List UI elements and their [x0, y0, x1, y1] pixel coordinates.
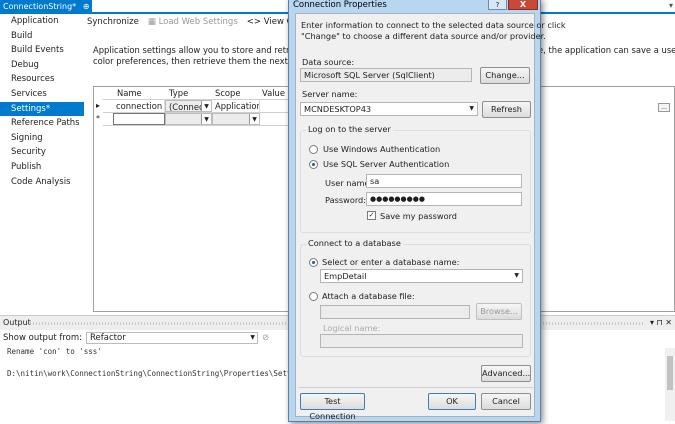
setting-value-cell[interactable] — [260, 100, 290, 112]
nav-item-resources[interactable]: Resources — [0, 72, 84, 87]
sql-auth-radio[interactable] — [309, 160, 318, 169]
database-name-value: EmpDetail — [324, 271, 367, 281]
nav-item-application[interactable]: Application — [0, 14, 84, 29]
test-connection-button[interactable]: Test Connection — [300, 393, 365, 421]
load-web-settings-button[interactable]: ▦ Load Web Settings — [148, 17, 238, 27]
pin-icon[interactable]: ⊕ — [83, 2, 90, 11]
setting-scope-cell[interactable]: Application — [212, 100, 260, 112]
help-button[interactable]: ? — [488, 0, 507, 10]
settings-description: Application settings allow you to store … — [93, 45, 296, 67]
logon-group-label: Log on to the server — [306, 124, 393, 134]
sql-auth-label[interactable]: Use SQL Server Authentication — [323, 159, 449, 169]
username-field[interactable]: sa — [366, 174, 522, 188]
chevron-down-icon[interactable]: ▼ — [201, 114, 211, 124]
save-password-label[interactable]: Save my password — [380, 211, 457, 221]
web-icon: ▦ — [147, 17, 159, 27]
password-field[interactable]: ●●●●●●●●● — [366, 192, 522, 206]
output-pane-title: Output — [3, 318, 31, 327]
advanced-button[interactable]: Advanced... — [481, 365, 531, 382]
password-label: Password: — [325, 195, 367, 205]
logical-name-label: Logical name: — [323, 323, 381, 333]
database-name-combo[interactable]: EmpDetail ▼ — [320, 269, 523, 283]
document-tab-title: ConnectionString* — [3, 2, 77, 11]
change-button[interactable]: Change... — [480, 67, 530, 84]
description-right-fragment: e, the application can save a user's — [538, 45, 675, 55]
server-name-value: MCNDESKTOP43 — [304, 104, 372, 114]
load-web-settings-label: Load Web Settings — [158, 17, 238, 27]
cancel-button[interactable]: Cancel — [481, 393, 531, 410]
output-pane-window-controls[interactable]: ▾ ⊓ ✕ — [650, 316, 672, 330]
description-line-2: color preferences, then retrieve them th… — [93, 56, 296, 66]
dialog-title: Connection Properties — [293, 0, 387, 10]
column-header-scope[interactable]: Scope — [215, 88, 241, 98]
show-output-from-label: Show output from: — [3, 333, 83, 343]
nav-item-services[interactable]: Services — [0, 87, 84, 102]
dialog-close-button[interactable]: X — [508, 0, 538, 10]
server-name-combo[interactable]: MCNDESKTOP43 ▼ — [300, 102, 478, 116]
intro-line-2: "Change" to choose a different data sour… — [301, 31, 546, 41]
nav-item-publish[interactable]: Publish — [0, 160, 84, 175]
logical-name-field — [320, 334, 523, 348]
output-vertical-scrollbar[interactable] — [665, 348, 675, 421]
dialog-body: Enter information to connect to the sele… — [295, 13, 566, 421]
nav-item-reference-paths[interactable]: Reference Paths — [0, 116, 84, 131]
code-icon: <> — [246, 17, 264, 27]
setting-name-cell[interactable]: connection — [113, 100, 165, 112]
column-header-name[interactable]: Name — [117, 88, 142, 98]
database-group-label: Connect to a database — [306, 238, 403, 248]
setting-type-combo[interactable]: (Connec... ▼ — [165, 100, 212, 112]
project-properties-nav: Application Build Build Events Debug Res… — [0, 14, 84, 314]
refresh-button[interactable]: Refresh — [482, 101, 531, 118]
nav-item-signing[interactable]: Signing — [0, 131, 84, 146]
column-header-type[interactable]: Type — [169, 88, 188, 98]
chevron-down-icon[interactable]: ▼ — [249, 114, 259, 124]
nav-item-code-analysis[interactable]: Code Analysis — [0, 175, 84, 190]
nav-item-security[interactable]: Security — [0, 145, 84, 160]
value-ellipsis-button[interactable]: ... — [658, 103, 670, 112]
scrollbar-thumb[interactable] — [667, 356, 673, 390]
clear-all-icon[interactable]: ⊘ — [262, 333, 269, 343]
browse-button[interactable]: Browse... — [476, 303, 522, 320]
description-line-1: Application settings allow you to store … — [93, 45, 296, 55]
chevron-down-icon[interactable]: ▼ — [201, 101, 211, 111]
select-database-label[interactable]: Select or enter a database name: — [322, 257, 459, 267]
output-source-value: Refactor — [90, 333, 126, 343]
close-tab-icon[interactable]: ✕ — [96, 2, 103, 11]
new-setting-scope-combo[interactable]: ▼ — [212, 113, 260, 125]
new-setting-name-cell[interactable] — [113, 113, 165, 125]
data-source-label: Data source: — [302, 57, 355, 67]
attach-database-label[interactable]: Attach a database file: — [322, 291, 415, 301]
new-row-marker: * — [96, 114, 100, 123]
nav-item-build[interactable]: Build — [0, 29, 84, 44]
windows-auth-radio[interactable] — [309, 145, 318, 154]
attach-database-radio[interactable] — [309, 292, 318, 301]
tab-dropdown-icon[interactable]: ▾ — [669, 1, 673, 10]
ok-button[interactable]: OK — [428, 393, 476, 410]
select-database-radio[interactable] — [309, 258, 318, 267]
intro-line-1: Enter information to connect to the sele… — [301, 20, 566, 30]
attach-database-field — [320, 305, 470, 319]
nav-item-build-events[interactable]: Build Events — [0, 43, 84, 58]
nav-item-debug[interactable]: Debug — [0, 58, 84, 73]
dialog-divider — [299, 387, 533, 388]
chevron-down-icon[interactable]: ▼ — [250, 333, 255, 343]
nav-item-settings[interactable]: Settings* — [0, 101, 84, 117]
data-source-field: Microsoft SQL Server (SqlClient) — [300, 68, 472, 82]
new-setting-type-combo[interactable]: ▼ — [165, 113, 212, 125]
server-name-label: Server name: — [302, 89, 358, 99]
windows-auth-label[interactable]: Use Windows Authentication — [323, 144, 440, 154]
current-row-indicator: ▸ — [96, 101, 101, 110]
connection-properties-dialog: Connection Properties ? X Enter informat… — [288, 0, 566, 422]
synchronize-button[interactable]: Synchronize — [87, 17, 139, 27]
chevron-down-icon[interactable]: ▼ — [514, 270, 519, 282]
output-source-select[interactable]: Refactor ▼ — [86, 332, 259, 344]
document-tab-connectionstring[interactable]: ConnectionString* ⊕ ✕ — [0, 0, 103, 14]
column-header-value[interactable]: Value — [262, 88, 285, 98]
chevron-down-icon[interactable]: ▼ — [469, 103, 474, 115]
save-password-checkbox[interactable]: ✓ — [367, 211, 376, 220]
